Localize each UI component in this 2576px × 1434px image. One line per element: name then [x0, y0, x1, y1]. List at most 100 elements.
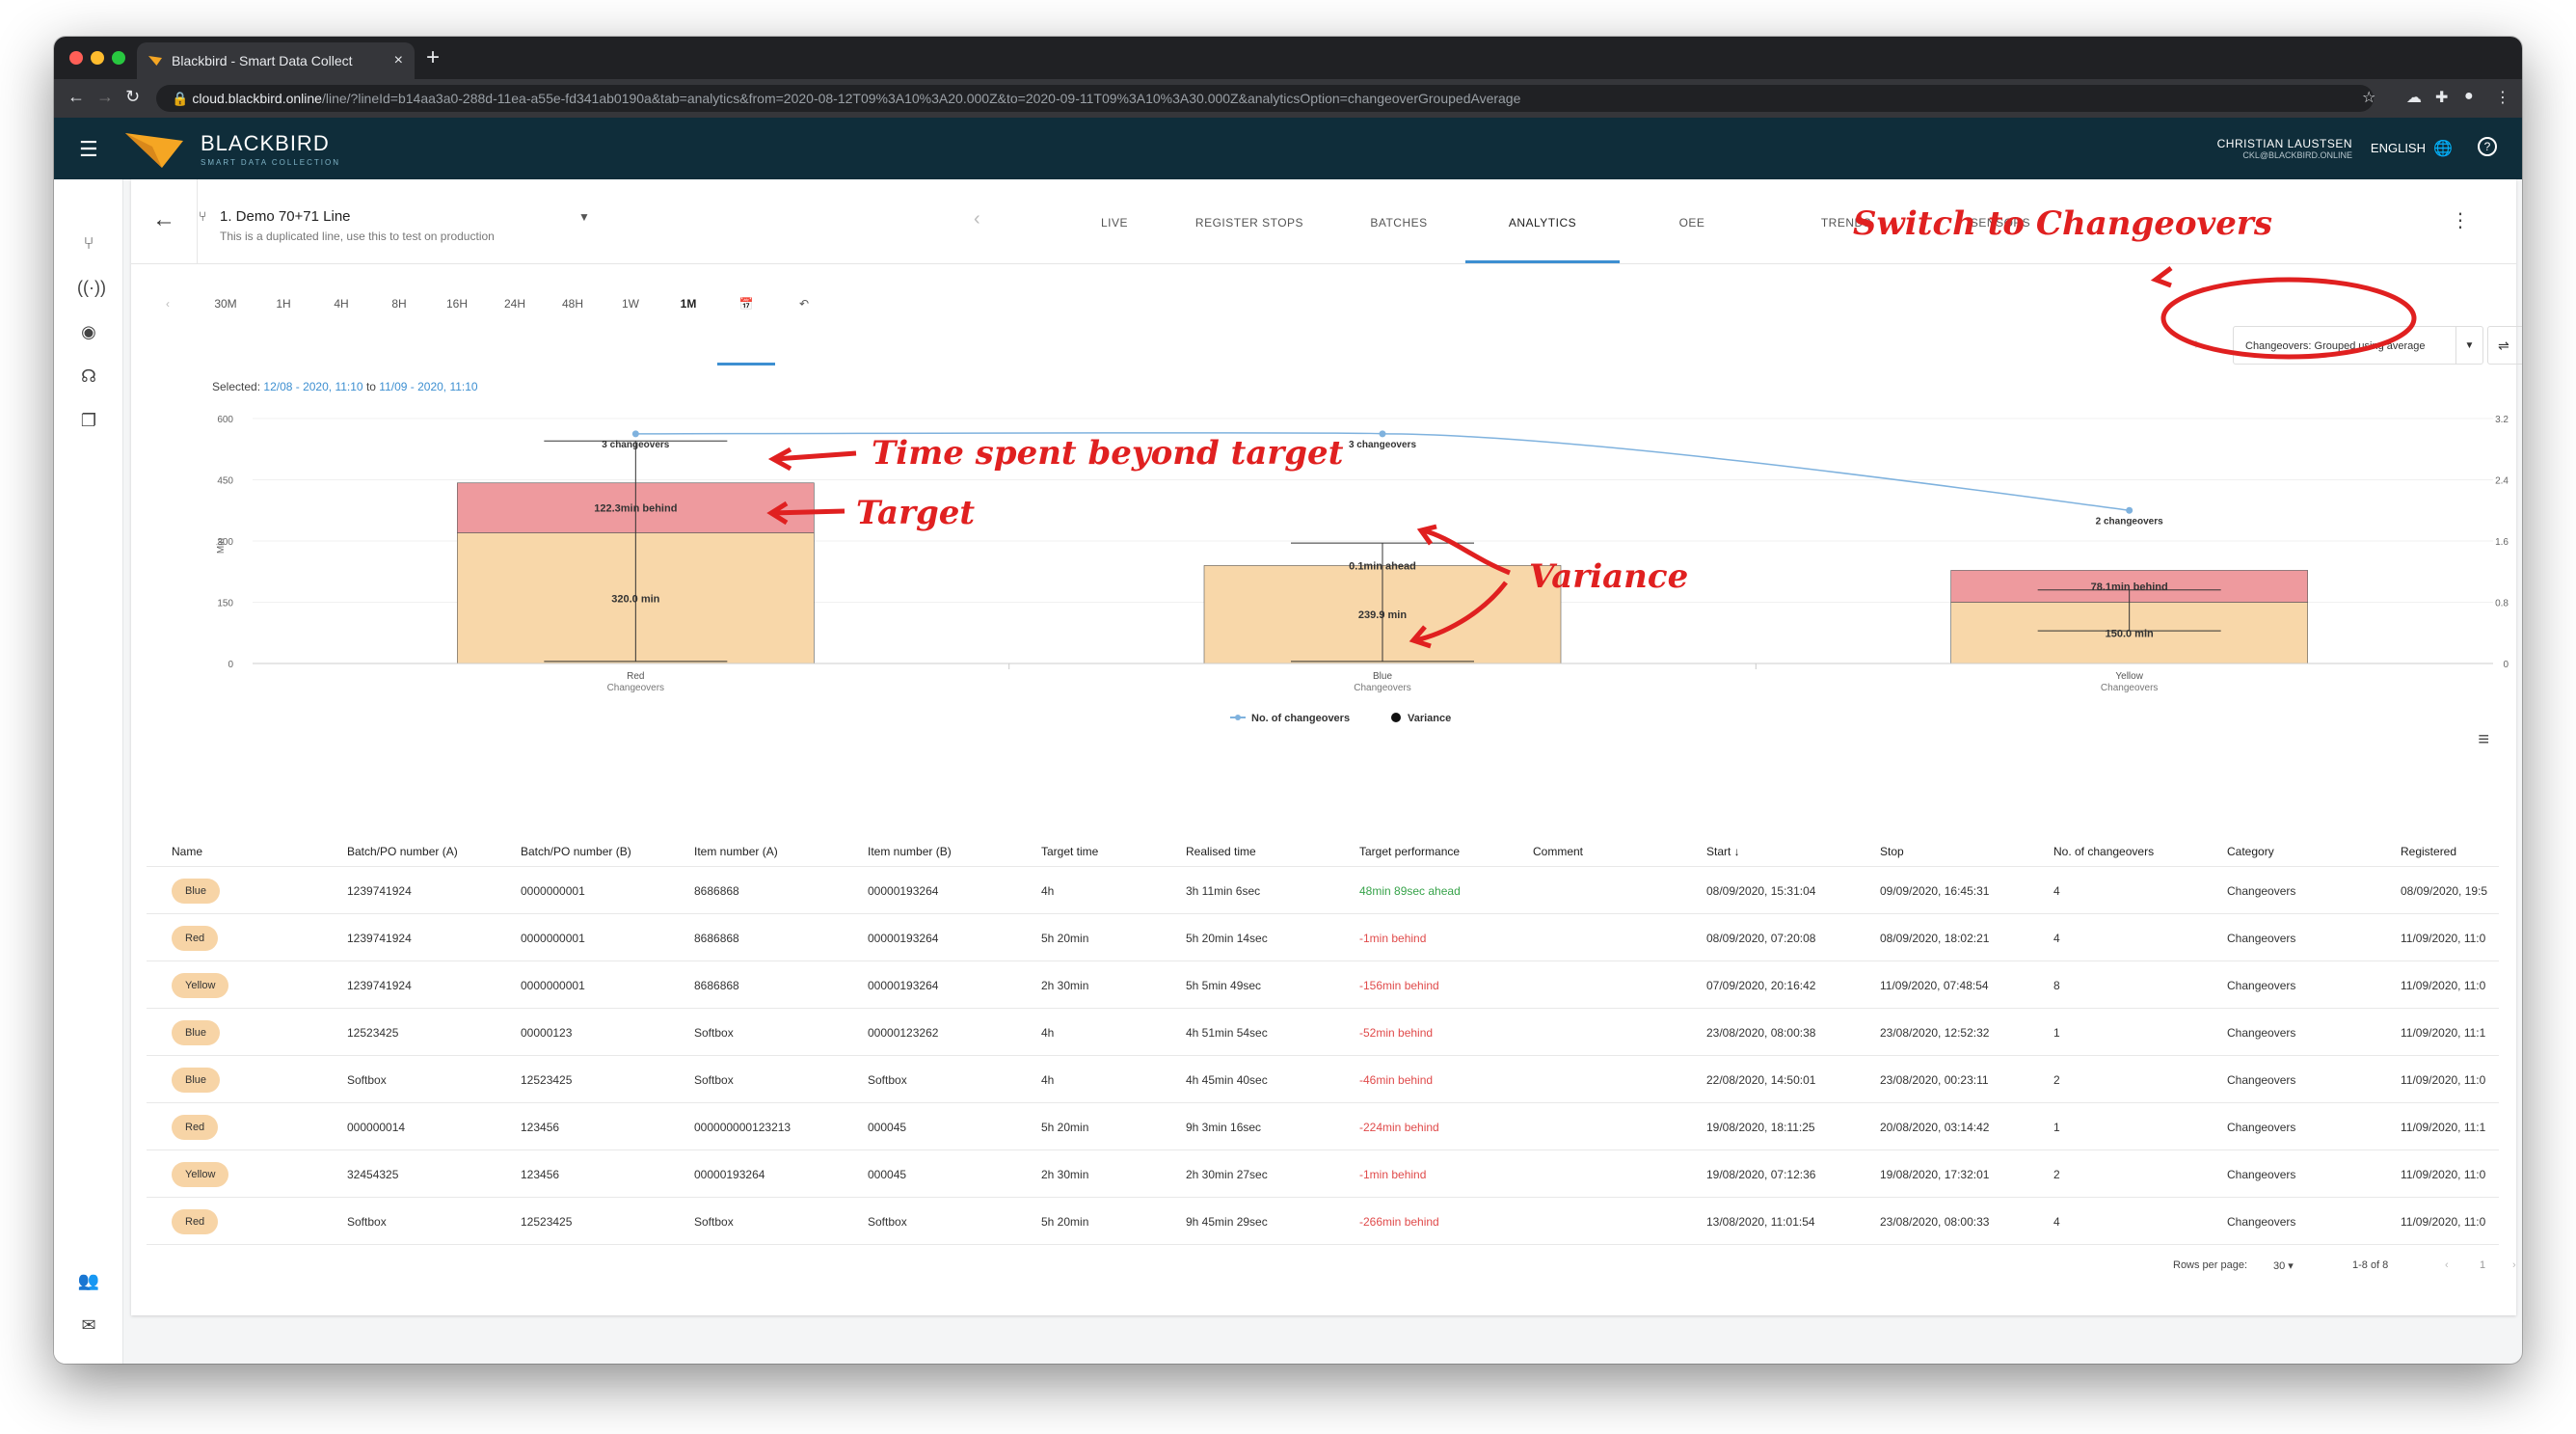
rows-per-page-select[interactable]: 30 ▾ — [2273, 1259, 2294, 1272]
left-sidebar: ⑂ ((·)) ◉ ☊ ❐ 👥 ✉ ⇥ — [54, 179, 123, 1364]
sidebar-item-feedback-icon[interactable]: ✉ — [77, 1313, 100, 1337]
range-4h[interactable]: 4H — [320, 297, 362, 311]
tab-register-stops[interactable]: REGISTER STOPS — [1172, 216, 1327, 230]
chart-type-button[interactable]: ⇌ ▼ — [2487, 326, 2522, 365]
line-dropdown-icon[interactable]: ▼ — [578, 210, 590, 224]
category-sublabel: Changeovers — [2101, 683, 2158, 693]
table-cell: 11/09/2020, 11:0 — [2401, 1168, 2486, 1181]
target-label: 239.9 min — [1358, 609, 1407, 621]
range-prev-chevron-icon[interactable]: ‹ — [147, 297, 189, 311]
sidebar-item-operators-icon[interactable]: ☊ — [77, 365, 100, 388]
sidebar-item-sensors-icon[interactable]: ((·)) — [77, 276, 106, 299]
sidebar-item-dashboard-icon[interactable]: ◉ — [77, 320, 100, 343]
table-row[interactable]: Blue 1239741924 0000000001 8686868 000001932… — [147, 866, 2499, 913]
selected-range: Selected: 12/08 - 2020, 11:10 to 11/09 -… — [212, 380, 478, 393]
range-8h[interactable]: 8H — [378, 297, 420, 311]
help-icon[interactable]: ? — [2478, 137, 2497, 156]
user-info[interactable]: CHRISTIAN LAUSTSEN CKL@BLACKBIRD.ONLINE — [2217, 137, 2352, 160]
table-cell: 9h 3min 16sec — [1186, 1121, 1262, 1134]
selected-to[interactable]: 11/09 - 2020, 11:10 — [379, 380, 477, 393]
range-16h[interactable]: 16H — [436, 297, 478, 311]
tabs-prev-chevron-icon[interactable]: ‹ — [974, 208, 980, 230]
category-sublabel: Changeovers — [607, 683, 664, 693]
table-cell: 11/09/2020, 11:1 — [2401, 1026, 2486, 1040]
reload-icon[interactable]: ↻ — [125, 87, 140, 107]
table-cell: Softbox — [694, 1026, 734, 1040]
table-row[interactable]: Blue Softbox 12523425 Softbox Softbox 4h 4h 45… — [147, 1055, 2499, 1102]
y2-tick-label: 2.4 — [2495, 476, 2509, 487]
maximize-window-button[interactable] — [112, 51, 125, 65]
name-chip: Red — [172, 926, 219, 951]
address-bar[interactable]: 🔒 cloud.blackbird.online/line/?lineId=b1… — [156, 85, 2374, 112]
range-24h[interactable]: 24H — [494, 297, 536, 311]
column-header: Batch/PO number (B) — [521, 845, 631, 858]
bar-line-chart-icon: ⇌ — [2498, 338, 2509, 353]
table-cell: 9h 45min 29sec — [1186, 1215, 1268, 1229]
brand-name: BLACKBIRD — [201, 131, 330, 155]
extension-cloud-icon[interactable]: ☁ — [2406, 88, 2422, 107]
undo-icon[interactable]: ↶ — [783, 297, 825, 311]
browser-menu-icon[interactable]: ⋮ — [2495, 88, 2510, 107]
table-row[interactable]: Red 000000014 123456 000000000123213 000045 5… — [147, 1102, 2499, 1150]
globe-icon[interactable]: 🌐 — [2433, 139, 2453, 158]
page-number[interactable]: 1 — [2480, 1259, 2485, 1271]
column-header[interactable]: Start ↓ — [1706, 845, 1740, 858]
close-window-button[interactable] — [69, 51, 83, 65]
table-row[interactable]: Blue 12523425 00000123 Softbox 00000123262 4h… — [147, 1008, 2499, 1055]
page-prev-icon[interactable]: ‹ — [2445, 1259, 2449, 1271]
browser-tab-title: Blackbird - Smart Data Collect — [172, 53, 353, 68]
column-header: Item number (B) — [868, 845, 952, 858]
column-header: Category — [2227, 845, 2274, 858]
tab-oee[interactable]: OEE — [1620, 216, 1764, 230]
range-1m[interactable]: 1M — [667, 297, 710, 311]
tab-live[interactable]: LIVE — [1057, 216, 1172, 230]
analytics-option-select[interactable]: Changeovers: Grouped using average ▼ — [2233, 326, 2483, 365]
table-cell: 08/09/2020, 07:20:08 — [1706, 932, 1816, 945]
range-1h[interactable]: 1H — [262, 297, 305, 311]
name-chip: Yellow — [172, 973, 229, 998]
tab-analytics[interactable]: ANALYTICS — [1465, 216, 1620, 230]
selected-from[interactable]: 12/08 - 2020, 11:10 — [263, 380, 362, 393]
sidebar-item-reports-icon[interactable]: ❐ — [77, 409, 100, 432]
line-title[interactable]: 1. Demo 70+71 Line — [220, 208, 351, 225]
table-row[interactable]: Yellow 1239741924 0000000001 8686868 0000019… — [147, 961, 2499, 1008]
sidebar-item-lines-icon[interactable]: ⑂ — [77, 231, 100, 255]
select-caret-icon[interactable]: ▼ — [2455, 327, 2482, 364]
table-cell: 48min 89sec ahead — [1359, 884, 1461, 898]
annotation-switch: Switch to Changeovers — [1853, 204, 2272, 243]
minimize-window-button[interactable] — [91, 51, 104, 65]
table-cell: 123456 — [521, 1121, 560, 1134]
extensions-puzzle-icon[interactable]: ✚ — [2435, 88, 2448, 107]
range-1w[interactable]: 1W — [609, 297, 652, 311]
sidebar-item-users-icon[interactable]: 👥 — [77, 1269, 100, 1292]
chart-menu-icon[interactable]: ≡ — [2478, 729, 2489, 751]
table-row[interactable]: Red 1239741924 0000000001 8686868 0000019326… — [147, 913, 2499, 961]
table-cell: -1min behind — [1359, 932, 1427, 945]
options-next-chevron-icon[interactable]: › — [2194, 334, 2200, 354]
profile-avatar-icon[interactable]: ● — [2464, 88, 2474, 105]
sidebar-item-logout-icon[interactable]: ⇥ — [77, 1358, 100, 1364]
close-tab-icon[interactable]: × — [394, 52, 403, 69]
more-options-icon[interactable]: ⋮ — [2451, 208, 2470, 232]
browser-tab[interactable]: Blackbird - Smart Data Collect × — [137, 42, 415, 79]
new-tab-button[interactable]: + — [426, 44, 440, 71]
back-arrow-icon[interactable]: ← — [152, 206, 175, 233]
forward-nav-icon[interactable]: → — [96, 87, 114, 107]
language-selector[interactable]: ENGLISH — [2371, 141, 2426, 155]
range-48h[interactable]: 48H — [551, 297, 594, 311]
calendar-icon[interactable]: 📅 — [725, 297, 767, 311]
table-cell: Changeovers — [2227, 1168, 2296, 1181]
back-nav-icon[interactable]: ← — [67, 87, 85, 107]
y2-tick-label: 0.8 — [2495, 599, 2509, 609]
table-cell: 2h 30min — [1041, 979, 1089, 992]
table-row[interactable]: Yellow 32454325 123456 00000193264 000045 2h … — [147, 1150, 2499, 1197]
hamburger-menu-icon[interactable]: ☰ — [79, 137, 98, 162]
table-row[interactable]: Red Softbox 12523425 Softbox Softbox 5h 20min… — [147, 1197, 2499, 1244]
bookmark-star-icon[interactable]: ☆ — [2362, 88, 2375, 107]
table-cell: Changeovers — [2227, 1073, 2296, 1087]
table-cell: 19/08/2020, 07:12:36 — [1706, 1168, 1816, 1181]
user-name: CHRISTIAN LAUSTSEN — [2216, 137, 2352, 150]
tab-batches[interactable]: BATCHES — [1327, 216, 1471, 230]
range-30m[interactable]: 30M — [204, 297, 247, 311]
page-next-icon[interactable]: › — [2512, 1259, 2516, 1271]
